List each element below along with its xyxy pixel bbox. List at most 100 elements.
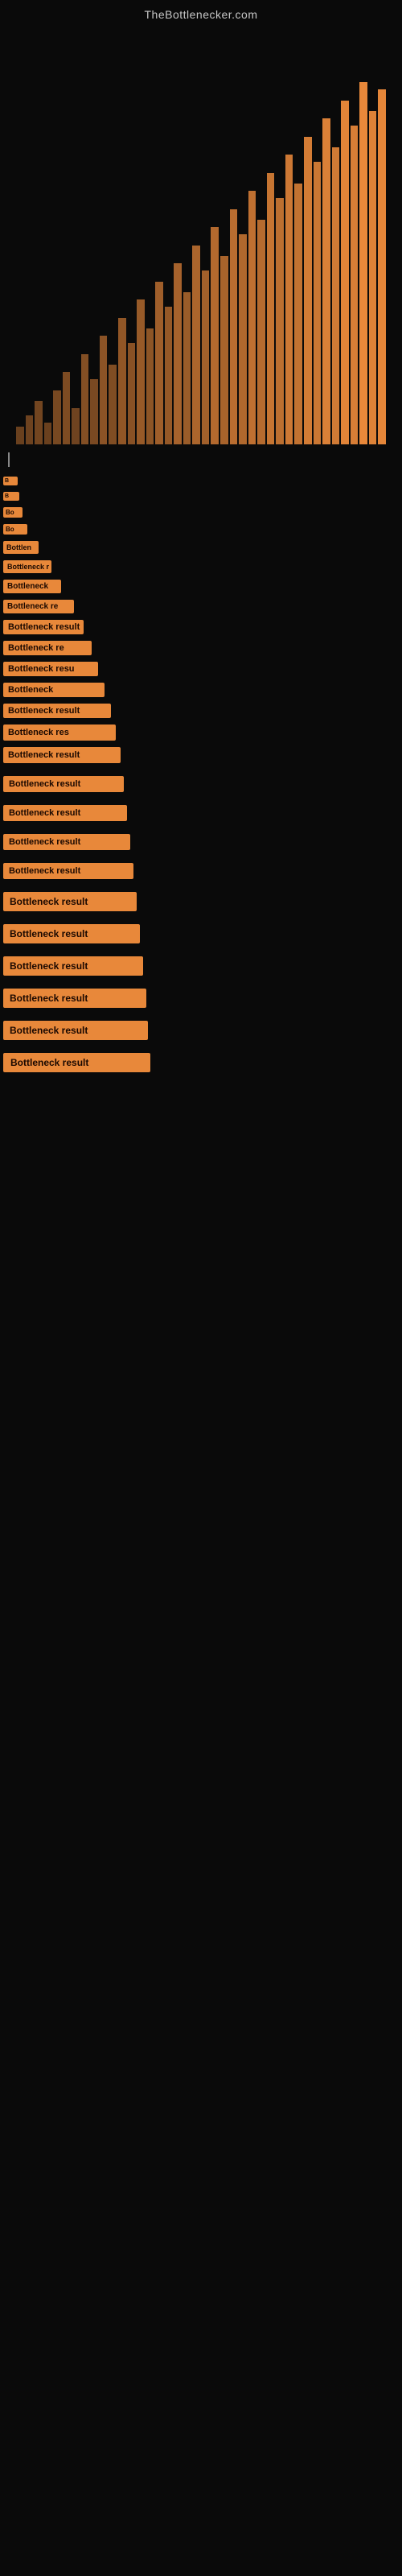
bottleneck-result-badge[interactable]: Bottleneck result — [3, 892, 137, 911]
bottleneck-result-badge[interactable]: B — [3, 477, 18, 485]
chart-bar — [174, 263, 182, 444]
bottleneck-result-badge[interactable]: Bottleneck — [3, 580, 61, 593]
chart-bar — [257, 220, 265, 444]
list-item: B — [3, 477, 399, 485]
chart-bar — [35, 401, 43, 444]
chart-bar — [63, 372, 71, 444]
bottleneck-result-badge[interactable]: Bottleneck result — [3, 924, 140, 943]
bottleneck-result-badge[interactable]: Bottleneck result — [3, 620, 84, 634]
row-spacer — [3, 1079, 399, 1085]
row-spacer — [3, 982, 399, 989]
list-item: Bottleneck result — [3, 924, 399, 943]
chart-bar — [72, 408, 80, 444]
chart-bars — [16, 58, 386, 444]
chart-bar — [26, 415, 34, 444]
bottleneck-result-badge[interactable]: Bottleneck result — [3, 956, 143, 976]
list-item: Bottleneck result — [3, 776, 399, 792]
bottleneck-result-badge[interactable]: Bo — [3, 524, 27, 535]
chart-bar — [44, 423, 52, 444]
chart-area — [0, 26, 402, 444]
chart-bar — [100, 336, 108, 444]
bottleneck-result-badge[interactable]: Bottleneck result — [3, 747, 121, 763]
row-spacer — [3, 1046, 399, 1053]
chart-bar — [332, 147, 340, 444]
row-spacer — [3, 1014, 399, 1021]
chart-bar — [155, 282, 163, 445]
chart-bar — [369, 111, 377, 444]
bottleneck-result-badge[interactable]: Bottleneck result — [3, 863, 133, 879]
row-spacer — [3, 950, 399, 956]
chart-bar — [192, 246, 200, 445]
list-item: Bottleneck — [3, 683, 399, 697]
list-item: Bottleneck result — [3, 892, 399, 911]
chart-bar — [81, 354, 89, 445]
list-item: Bottleneck result — [3, 1053, 399, 1072]
list-item: Bottleneck result — [3, 1021, 399, 1040]
chart-bar — [109, 365, 117, 444]
list-item: Bo — [3, 524, 399, 535]
list-item: B — [3, 492, 399, 501]
list-item: Bottleneck resu — [3, 662, 399, 676]
bottleneck-result-badge[interactable]: Bottlen — [3, 541, 39, 554]
bottleneck-result-badge[interactable]: Bottleneck result — [3, 776, 124, 792]
bottleneck-result-badge[interactable]: Bottleneck re — [3, 600, 74, 613]
chart-bar — [90, 379, 98, 444]
bottleneck-result-badge[interactable]: Bottleneck result — [3, 1021, 148, 1040]
bottleneck-result-badge[interactable]: Bottleneck — [3, 683, 105, 697]
bottleneck-result-badge[interactable]: Bottleneck re — [3, 641, 92, 655]
chart-bar — [294, 184, 302, 444]
chart-bar — [220, 256, 228, 444]
list-item: Bottleneck r — [3, 560, 399, 573]
chart-bar — [16, 427, 24, 445]
chart-bar — [341, 101, 349, 445]
list-item: Bottleneck result — [3, 747, 399, 763]
chart-bar — [230, 209, 238, 445]
chart-bar — [183, 292, 191, 444]
bottleneck-result-badge[interactable]: Bottleneck resu — [3, 662, 98, 676]
chart-bar — [314, 162, 322, 444]
chart-bar — [211, 227, 219, 444]
chart-bar — [285, 155, 293, 444]
chart-bar — [165, 307, 173, 444]
list-item: Bottleneck result — [3, 989, 399, 1008]
chart-bar — [146, 328, 154, 444]
chart-bar — [267, 173, 275, 445]
list-item: Bottleneck — [3, 580, 399, 593]
chart-bar — [137, 299, 145, 444]
list-item: Bo — [3, 507, 399, 518]
row-spacer — [3, 918, 399, 924]
list-item: Bottleneck result — [3, 620, 399, 634]
chart-bar — [128, 343, 136, 444]
chart-bar — [53, 390, 61, 445]
chart-bar — [351, 126, 359, 444]
bottleneck-result-badge[interactable]: Bottleneck result — [3, 989, 146, 1008]
bottleneck-result-badge[interactable]: Bottleneck r — [3, 560, 51, 573]
bottleneck-result-badge[interactable]: Bottleneck result — [3, 1053, 150, 1072]
result-item-cursor — [6, 452, 399, 467]
bottleneck-result-badge[interactable]: B — [3, 492, 19, 501]
chart-bar — [202, 270, 210, 444]
row-spacer — [3, 770, 399, 776]
site-title: TheBottlenecker.com — [0, 0, 402, 26]
text-cursor — [8, 452, 10, 467]
list-item: Bottleneck re — [3, 641, 399, 655]
bottleneck-result-badge[interactable]: Bottleneck res — [3, 724, 116, 741]
bottleneck-result-badge[interactable]: Bottleneck result — [3, 805, 127, 821]
bottleneck-result-badge[interactable]: Bottleneck result — [3, 834, 130, 850]
row-spacer — [3, 799, 399, 805]
chart-bar — [239, 234, 247, 444]
row-spacer — [3, 857, 399, 863]
row-spacer — [3, 886, 399, 892]
row-spacer — [3, 828, 399, 834]
bottleneck-result-badge[interactable]: Bo — [3, 507, 23, 518]
list-item: Bottleneck result — [3, 805, 399, 821]
chart-bar — [378, 89, 386, 444]
chart-bar — [276, 198, 284, 444]
list-item: Bottleneck res — [3, 724, 399, 741]
list-item: Bottlen — [3, 541, 399, 554]
bottleneck-result-badge[interactable]: Bottleneck result — [3, 704, 111, 718]
chart-bar — [248, 191, 256, 444]
list-item: Bottleneck result — [3, 834, 399, 850]
list-item: Bottleneck re — [3, 600, 399, 613]
chart-bar — [359, 82, 367, 444]
